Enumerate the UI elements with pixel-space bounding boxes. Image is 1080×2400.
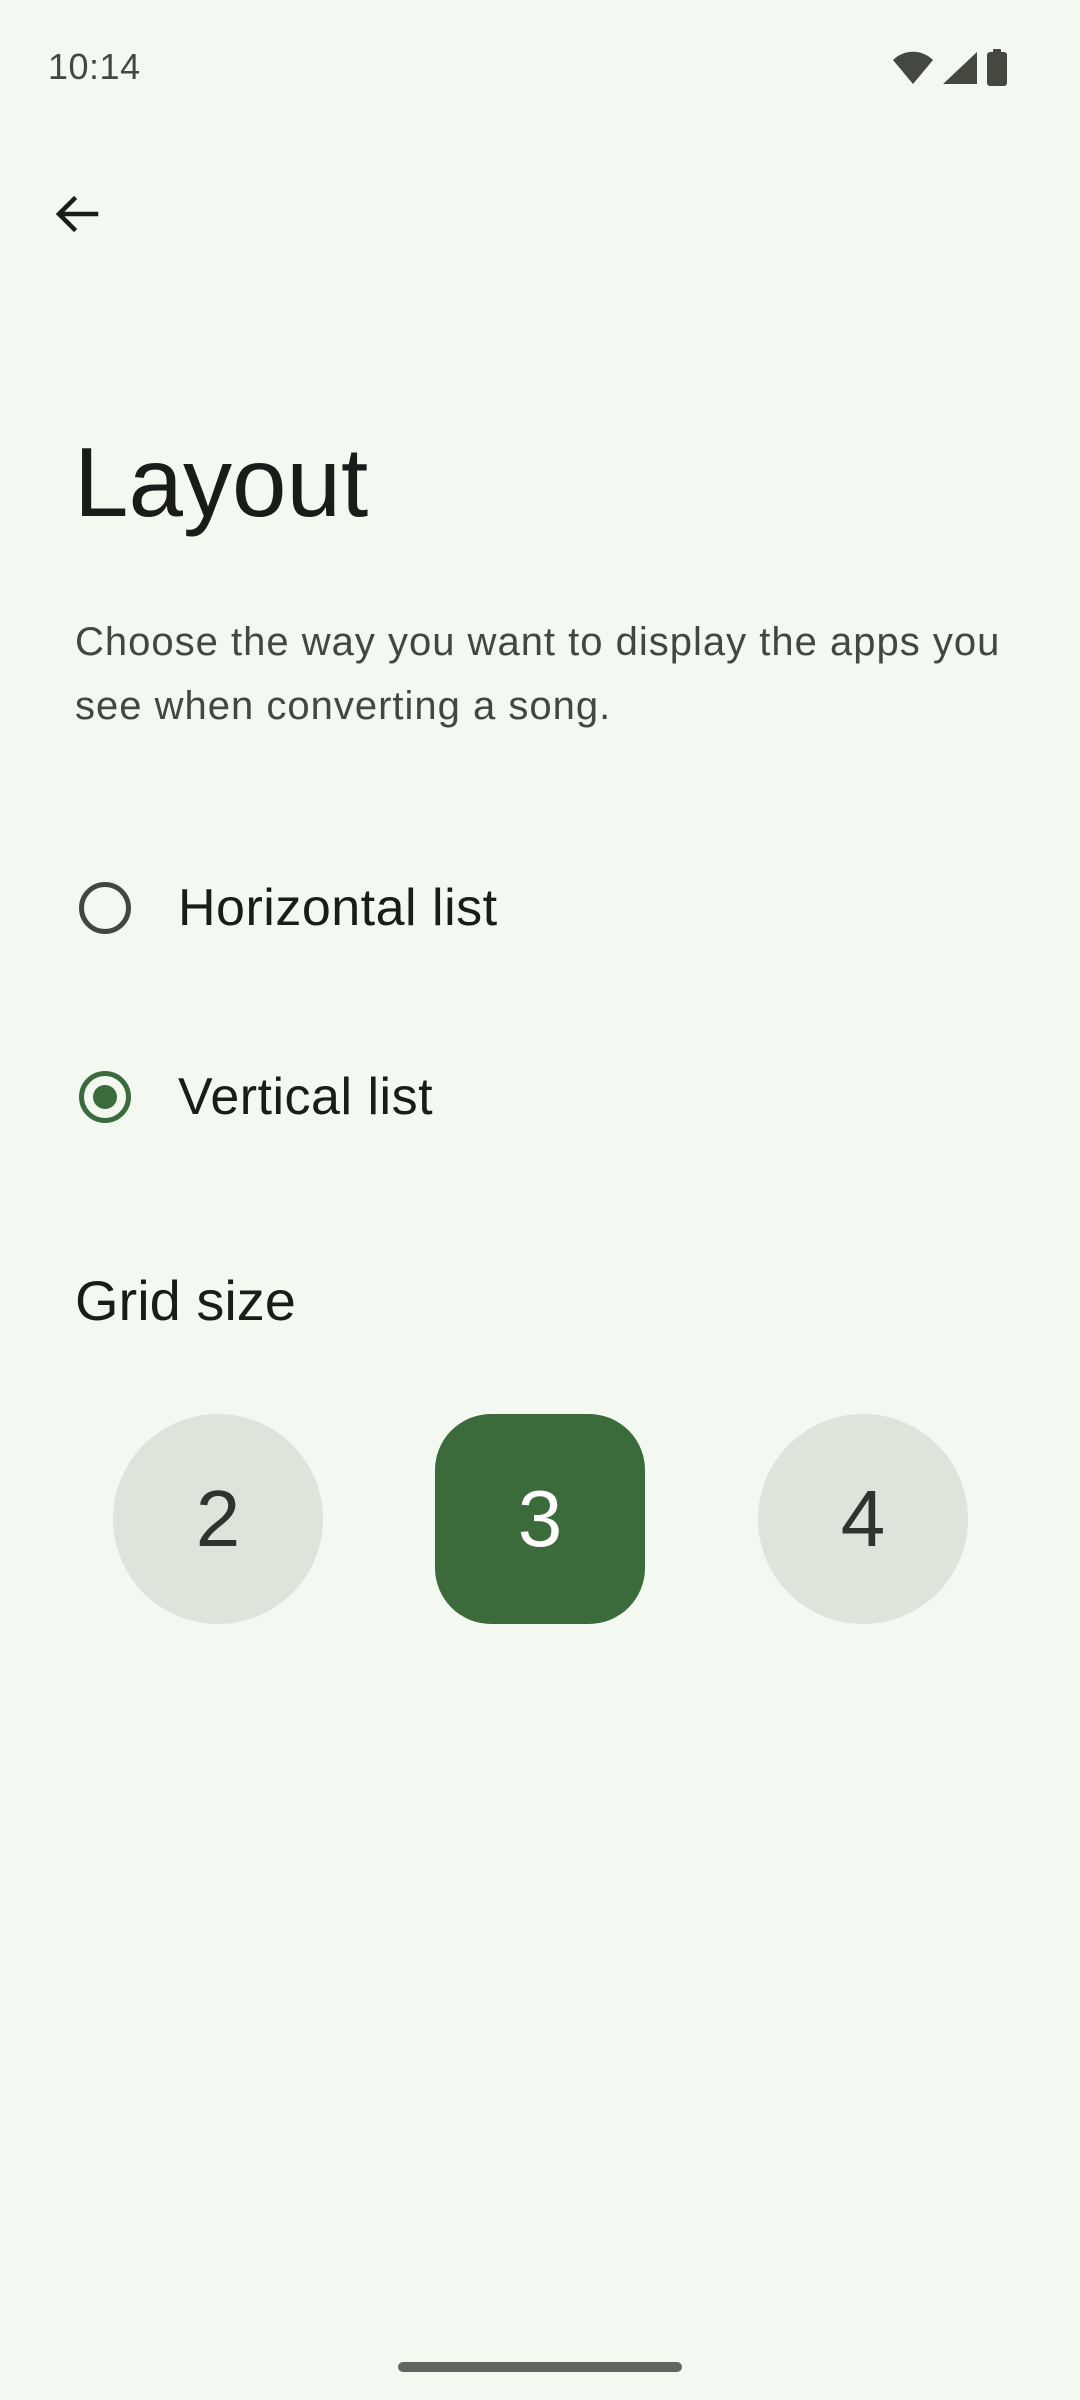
status-icons <box>892 48 1008 88</box>
radio-label-horizontal-list: Horizontal list <box>178 879 498 937</box>
page-description: Choose the way you want to display the a… <box>75 620 1001 728</box>
radio-option-horizontal-list[interactable]: Horizontal list <box>0 833 1080 983</box>
radio-selected-dot <box>93 1085 117 1109</box>
radio-option-vertical-list[interactable]: Vertical list <box>0 1022 1080 1172</box>
radio-button-selected[interactable] <box>79 1071 131 1123</box>
grid-size-title: Grid size <box>75 1269 296 1332</box>
arrow-back-icon <box>52 190 100 243</box>
page-title: Layout <box>74 427 369 537</box>
radio-label-vertical-list: Vertical list <box>178 1068 434 1126</box>
wifi-icon <box>892 51 934 85</box>
grid-size-option-4[interactable]: 4 <box>758 1414 968 1624</box>
layout-settings-screen: 10:14 Layout Choose the way you want to … <box>0 0 1080 2400</box>
status-bar: 10:14 <box>0 0 1080 136</box>
back-button[interactable] <box>40 180 112 252</box>
grid-size-option-2[interactable]: 2 <box>113 1414 323 1624</box>
cellular-signal-icon <box>942 51 978 85</box>
status-time: 10:14 <box>48 46 141 87</box>
grid-size-option-3[interactable]: 3 <box>435 1414 645 1624</box>
battery-icon <box>986 49 1008 87</box>
radio-button-unselected[interactable] <box>79 882 131 934</box>
home-indicator[interactable] <box>398 2362 682 2372</box>
